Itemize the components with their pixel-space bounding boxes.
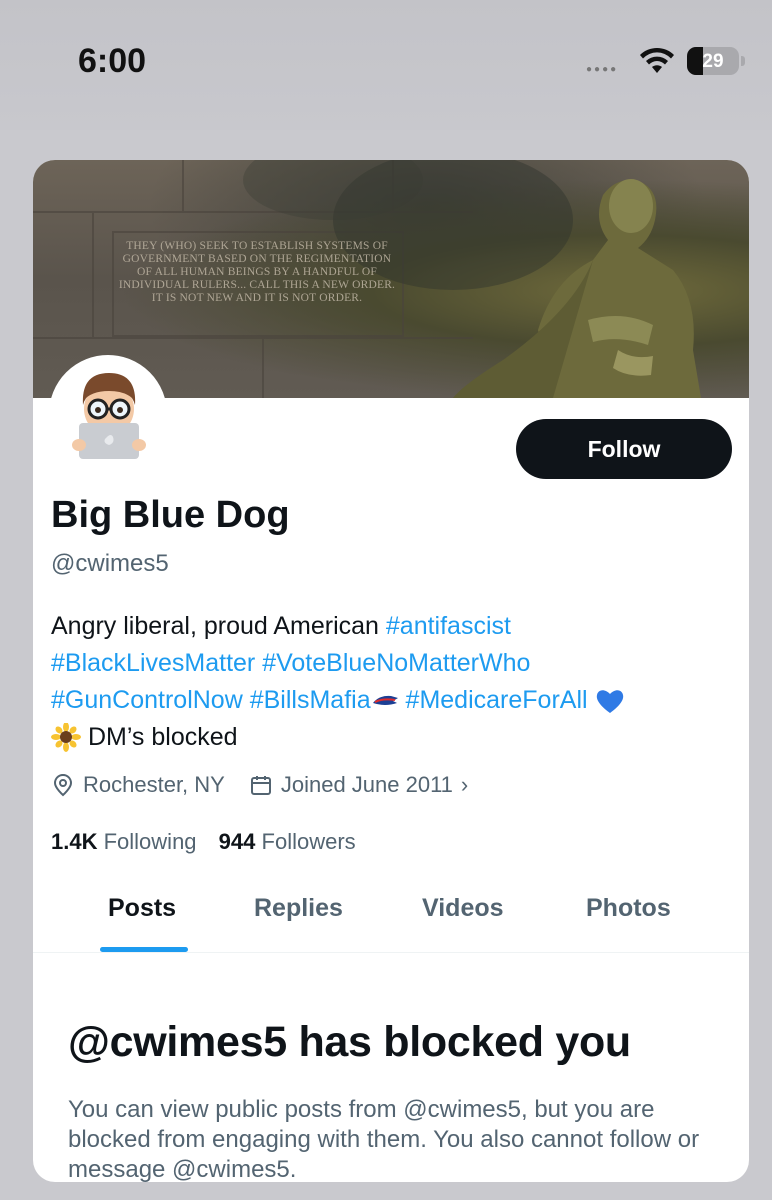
joined-text: Joined June 2011 [280,772,453,797]
blocked-description: You can view public posts from @cwimes5,… [68,1096,700,1182]
display-name: Big Blue Dog [51,494,290,536]
profile-meta: Rochester, NY Joined June 2011 › [51,772,492,798]
location-pin-icon [53,773,73,797]
wifi-icon [640,47,674,73]
profile-handle: @cwimes5 [51,550,169,577]
tab-photos[interactable]: Photos [586,894,671,923]
follow-button[interactable]: Follow [516,419,732,479]
follow-counts: 1.4K Following 944 Followers [51,829,356,855]
calendar-icon [250,776,271,795]
battery-icon: 29 [687,47,739,75]
hashtag-guncontrolnow[interactable]: #GunControlNow [51,686,243,714]
location: Rochester, NY [51,772,225,798]
hashtag-blacklivesmatter[interactable]: #BlackLivesMatter [51,649,255,677]
tab-replies[interactable]: Replies [254,894,343,923]
followers-link[interactable]: 944 Followers [219,829,356,854]
blue-heart-icon [596,690,623,714]
banner-inscription: THEY (WHO) SEEK TO ESTABLISH SYSTEMS OF … [118,240,396,304]
tab-posts[interactable]: Posts [108,894,176,923]
status-time: 6:00 [78,42,147,80]
tab-videos[interactable]: Videos [422,894,504,923]
chevron-right-icon: › [460,772,469,797]
location-text: Rochester, NY [83,772,225,797]
dm-status-text: DM’s blocked [87,723,238,751]
following-count: 1.4K [51,829,98,854]
avatar[interactable] [49,355,167,473]
hashtag-medicareforall[interactable]: #MedicareForAll [406,686,588,714]
joined-date[interactable]: Joined June 2011 › [249,772,468,798]
hashtag-billsmafia[interactable]: #BillsMafia [250,686,371,714]
profile-card: THEY (WHO) SEEK TO ESTABLISH SYSTEMS OF … [33,160,749,1182]
bills-logo-icon [372,696,398,706]
battery-cap [741,56,745,66]
followers-label: Followers [261,829,356,854]
battery-level: 29 [702,51,724,72]
active-tab-indicator [100,947,188,952]
sunflower-icon [51,723,81,753]
status-bar: 6:00 ●●●● 29 [0,0,772,130]
profile-bio: Angry liberal, proud American #antifasci… [51,608,731,756]
hashtag-antifascist[interactable]: #antifascist [386,612,511,640]
bio-text: Angry liberal, proud American [51,612,386,640]
following-link[interactable]: 1.4K Following [51,829,197,854]
following-label: Following [103,829,197,854]
blocked-title: @cwimes5 has blocked you [68,1018,631,1066]
hashtag-votebluenomatterwho[interactable]: #VoteBlueNoMatterWho [262,649,530,677]
cellular-signal-icon: ●●●● [586,64,619,75]
profile-tabs: Posts Replies Videos Photos [33,872,749,953]
memoji-avatar [72,373,146,459]
followers-count: 944 [218,829,256,854]
